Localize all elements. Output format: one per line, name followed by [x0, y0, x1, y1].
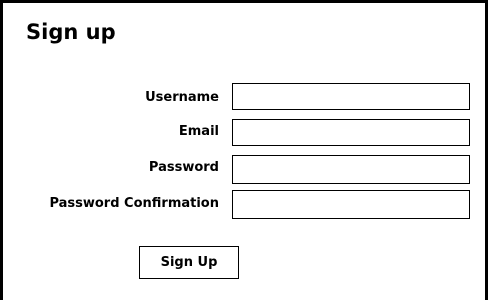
sign-up-button[interactable]: Sign Up [139, 246, 239, 279]
email-input[interactable] [232, 119, 470, 146]
password-confirmation-label: Password Confirmation [49, 196, 219, 211]
signup-form-panel: Sign up Username Email Password Password… [0, 0, 488, 300]
username-input[interactable] [232, 83, 470, 110]
password-label: Password [148, 160, 219, 175]
username-label: Username [145, 90, 219, 105]
password-input[interactable] [232, 155, 470, 184]
page-title: Sign up [26, 20, 116, 44]
password-confirmation-input[interactable] [232, 190, 470, 219]
email-label: Email [178, 124, 219, 139]
